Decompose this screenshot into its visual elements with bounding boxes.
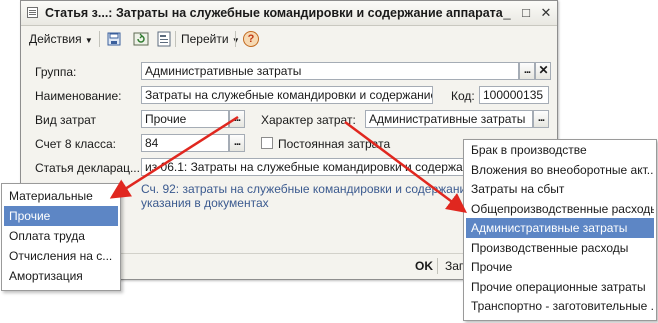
arrow-to-cost-type-menu xyxy=(109,115,239,199)
arrow-to-cost-character-menu xyxy=(344,120,468,213)
annotation-arrows xyxy=(109,115,468,213)
